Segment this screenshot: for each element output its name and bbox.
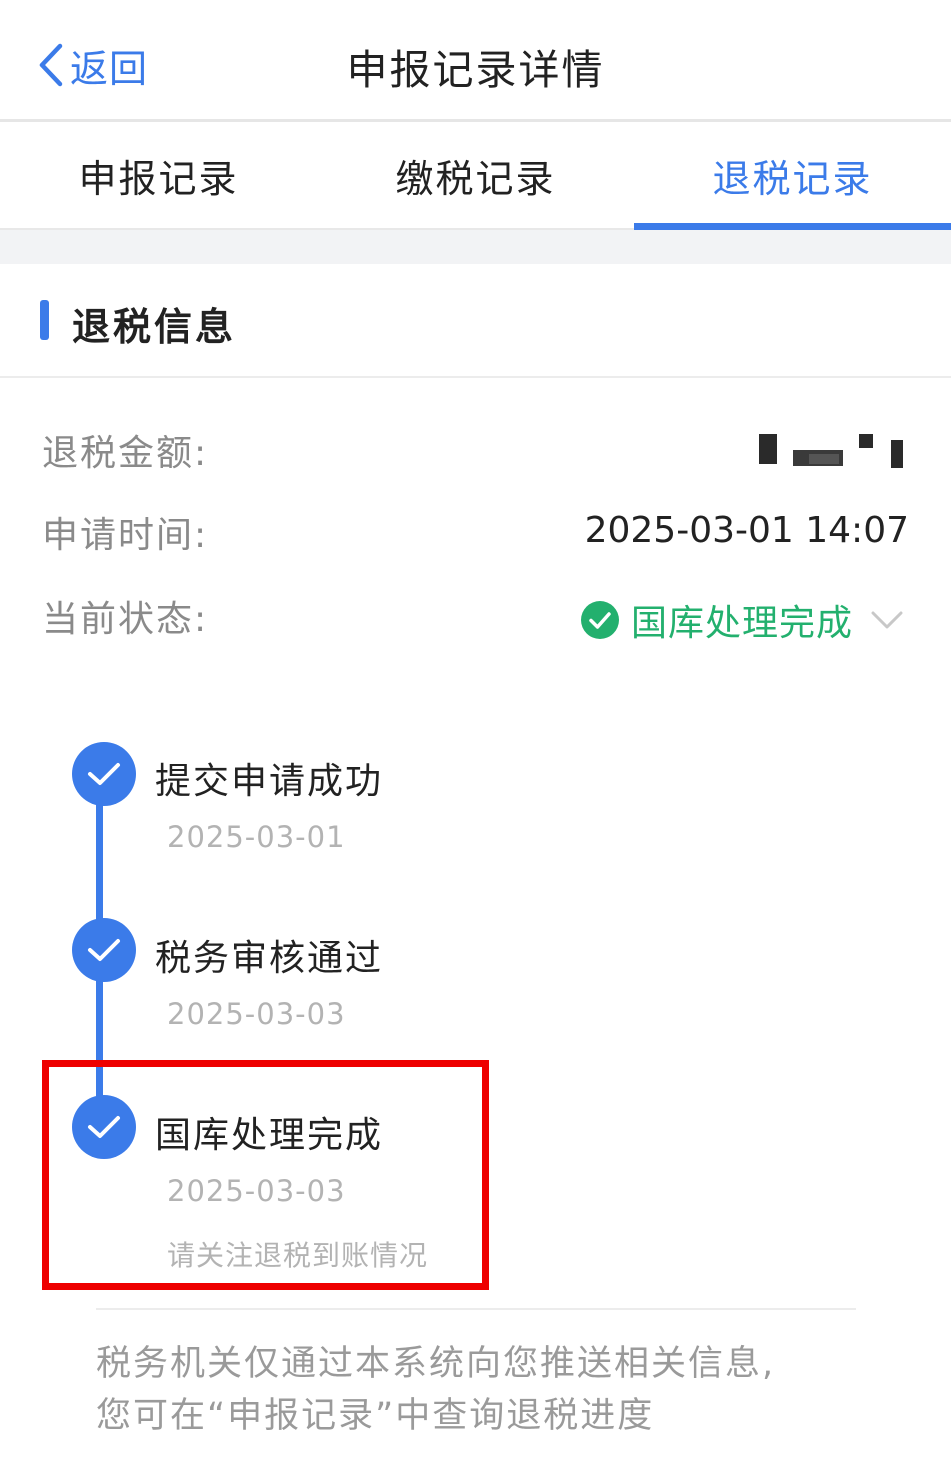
refund-amount-redacted (759, 434, 909, 470)
divider (96, 1308, 856, 1310)
section-header: 退税信息 (0, 264, 951, 378)
section-accent-bar (40, 300, 49, 340)
nav-bar: 返回 申报记录详情 (0, 0, 951, 122)
apply-time-label: 申请时间: (42, 515, 209, 556)
timeline-step-title: 税务审核通过 (155, 938, 384, 979)
section-title: 退税信息 (72, 305, 237, 349)
footer-notice-line: 您可在“申报记录”中查询退税进度 (96, 1396, 655, 1436)
page-title: 申报记录详情 (346, 46, 605, 94)
refund-amount-label: 退税金额: (42, 433, 209, 474)
timeline-step-node (72, 742, 136, 806)
active-tab-indicator (634, 223, 951, 230)
tab-label: 缴税记录 (395, 156, 556, 201)
record-tabs: 申报记录 缴税记录 退税记录 (0, 122, 951, 230)
chevron-down-icon (871, 611, 903, 629)
timeline-step-date: 2025-03-01 (167, 820, 346, 854)
current-status-label: 当前状态: (42, 599, 209, 640)
current-status-row: 当前状态: 国库处理完成 (42, 590, 909, 646)
apply-time-row: 申请时间: 2025-03-01 14:07 (42, 506, 909, 562)
footer-notice-line: 税务机关仅通过本系统向您推送相关信息, (96, 1344, 776, 1384)
check-circle-icon (580, 601, 619, 639)
footer-notice: 税务机关仅通过本系统向您推送相关信息, 您可在“申报记录”中查询退税进度 (96, 1338, 896, 1442)
status-value: 国库处理完成 (630, 603, 853, 644)
highlight-annotation-box (42, 1060, 489, 1290)
tab-label: 申报记录 (78, 156, 239, 201)
timeline-step-date: 2025-03-03 (167, 997, 346, 1031)
timeline-step-node (72, 918, 136, 982)
timeline-step-title: 提交申请成功 (155, 761, 384, 802)
status-dropdown[interactable]: 国库处理完成 (580, 594, 909, 646)
check-icon (88, 763, 120, 785)
tab-declaration-records[interactable]: 申报记录 (0, 122, 317, 228)
apply-time-value: 2025-03-01 14:07 (584, 510, 909, 551)
tab-label: 退税记录 (712, 156, 873, 201)
section-spacer (0, 230, 951, 264)
tab-payment-records[interactable]: 缴税记录 (317, 122, 634, 228)
refund-amount-row: 退税金额: (42, 424, 909, 480)
tab-refund-records[interactable]: 退税记录 (634, 122, 951, 230)
check-icon (88, 939, 120, 961)
